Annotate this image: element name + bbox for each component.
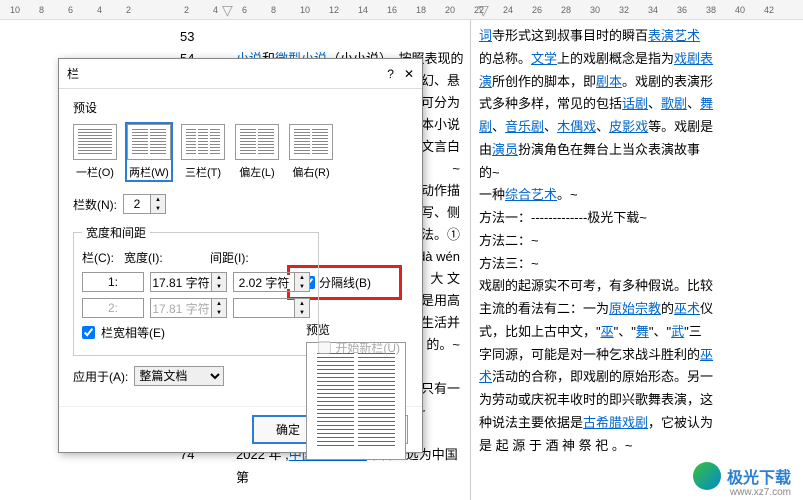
ruler-tick: 6: [242, 5, 247, 15]
spinner-up-icon[interactable]: ▲: [151, 195, 165, 204]
ruler-indent-marker[interactable]: ▽: [222, 2, 233, 19]
gap-spinner[interactable]: ▲▼: [233, 272, 310, 292]
ruler-tick: 34: [648, 5, 658, 15]
preset-三栏(T)[interactable]: 三栏(T): [181, 124, 225, 180]
ruler-tick: 36: [677, 5, 687, 15]
apply-to-label: 应用于(A):: [73, 368, 128, 385]
preview-label: 预览: [306, 321, 406, 338]
preset-偏左(L)[interactable]: 偏左(L): [235, 124, 279, 180]
ruler-tick: 4: [213, 5, 218, 15]
ruler-tick: 2: [184, 5, 189, 15]
gap-header: 间距(I):: [210, 249, 249, 266]
width-spinner[interactable]: ▲▼: [150, 272, 227, 292]
ruler-tick: 8: [39, 5, 44, 15]
equal-width-label: 栏宽相等(E): [101, 324, 165, 341]
horizontal-ruler: ▽ ▽ 108642246810121416182022242628303234…: [0, 0, 803, 20]
columns-count-spinner[interactable]: ▲▼: [123, 194, 166, 214]
columns-dialog: 栏 ? ✕ 预设 一栏(O)两栏(W)三栏(T)偏左(L)偏右(R) 栏数(N)…: [58, 58, 423, 453]
watermark-logo: 极光下载: [693, 462, 791, 490]
ruler-tick: 14: [358, 5, 368, 15]
ruler-tick: 32: [619, 5, 629, 15]
equal-width-checkbox[interactable]: [82, 326, 95, 339]
ruler-tick: 24: [503, 5, 513, 15]
preview-pane: [306, 342, 406, 460]
logo-url: www.xz7.com: [730, 487, 791, 498]
preset-一栏(O)[interactable]: 一栏(O): [73, 124, 117, 180]
col-header: 栏(C):: [82, 249, 118, 266]
document-right-column: 词寺形式这到叔事目时的瞬百表演艺术的总称。文学上的戏剧概念是指为戏剧表演所创作的…: [470, 20, 798, 500]
ruler-tick: 20: [445, 5, 455, 15]
separator-label: 分隔线(B): [319, 274, 371, 291]
ruler-tick: 16: [387, 5, 397, 15]
ruler-tick: 18: [416, 5, 426, 15]
new-column-checkbox: [318, 341, 331, 354]
ruler-tick: 26: [532, 5, 542, 15]
close-button[interactable]: ✕: [404, 67, 414, 81]
columns-count-label: 栏数(N):: [73, 196, 117, 213]
columns-count-input[interactable]: [124, 197, 150, 211]
help-button[interactable]: ?: [387, 67, 394, 81]
apply-to-select[interactable]: 整篇文档: [134, 366, 224, 386]
logo-icon: [693, 462, 721, 490]
ruler-tick: 8: [271, 5, 276, 15]
ruler-tick: 28: [561, 5, 571, 15]
logo-text: 极光下载: [727, 464, 791, 488]
ruler-tick: 4: [97, 5, 102, 15]
preset-两栏(W)[interactable]: 两栏(W): [127, 124, 171, 180]
ruler-tick: 40: [735, 5, 745, 15]
ruler-tick: 10: [300, 5, 310, 15]
dialog-title: 栏: [67, 65, 79, 82]
preset-label: 预设: [73, 99, 408, 116]
ruler-tick: 10: [10, 5, 20, 15]
ruler-tick: 22: [474, 5, 484, 15]
gap-spinner: ▲▼: [233, 298, 310, 318]
ruler-tick: 6: [68, 5, 73, 15]
width-spinner: ▲▼: [150, 298, 227, 318]
new-column-label: 开始新栏(U): [335, 339, 400, 356]
ruler-tick: 12: [329, 5, 339, 15]
width-section-label: 宽度和间距: [82, 224, 150, 241]
ruler-tick: 30: [590, 5, 600, 15]
ruler-tick: 38: [706, 5, 716, 15]
spinner-down-icon[interactable]: ▼: [151, 204, 165, 213]
ruler-tick: 2: [126, 5, 131, 15]
row-num: [82, 298, 144, 318]
preset-偏右(R)[interactable]: 偏右(R): [289, 124, 333, 180]
width-header: 宽度(I):: [124, 249, 204, 266]
ruler-tick: 42: [764, 5, 774, 15]
row-num: [82, 272, 144, 292]
